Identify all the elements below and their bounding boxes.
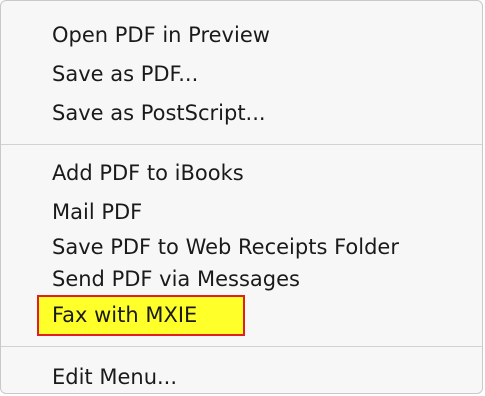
menu-item-open-pdf-in-preview[interactable]: Open PDF in Preview (52, 19, 270, 51)
menu-separator (1, 346, 482, 347)
stage: Open PDF in Preview Save as PDF... Save … (0, 0, 485, 396)
menu-item-fax-with-mxie[interactable]: Fax with MXIE (52, 299, 197, 331)
menu-item-save-as-postscript[interactable]: Save as PostScript... (52, 97, 266, 129)
pdf-menu: Open PDF in Preview Save as PDF... Save … (0, 0, 483, 394)
menu-item-save-pdf-to-web-receipts-folder[interactable]: Save PDF to Web Receipts Folder (52, 231, 399, 263)
menu-separator (1, 144, 482, 145)
menu-item-edit-menu[interactable]: Edit Menu... (52, 361, 177, 393)
menu-item-mail-pdf[interactable]: Mail PDF (52, 196, 142, 228)
menu-item-save-as-pdf[interactable]: Save as PDF... (52, 58, 198, 90)
menu-item-add-pdf-to-ibooks[interactable]: Add PDF to iBooks (52, 157, 244, 189)
menu-item-send-pdf-via-messages[interactable]: Send PDF via Messages (52, 263, 300, 295)
